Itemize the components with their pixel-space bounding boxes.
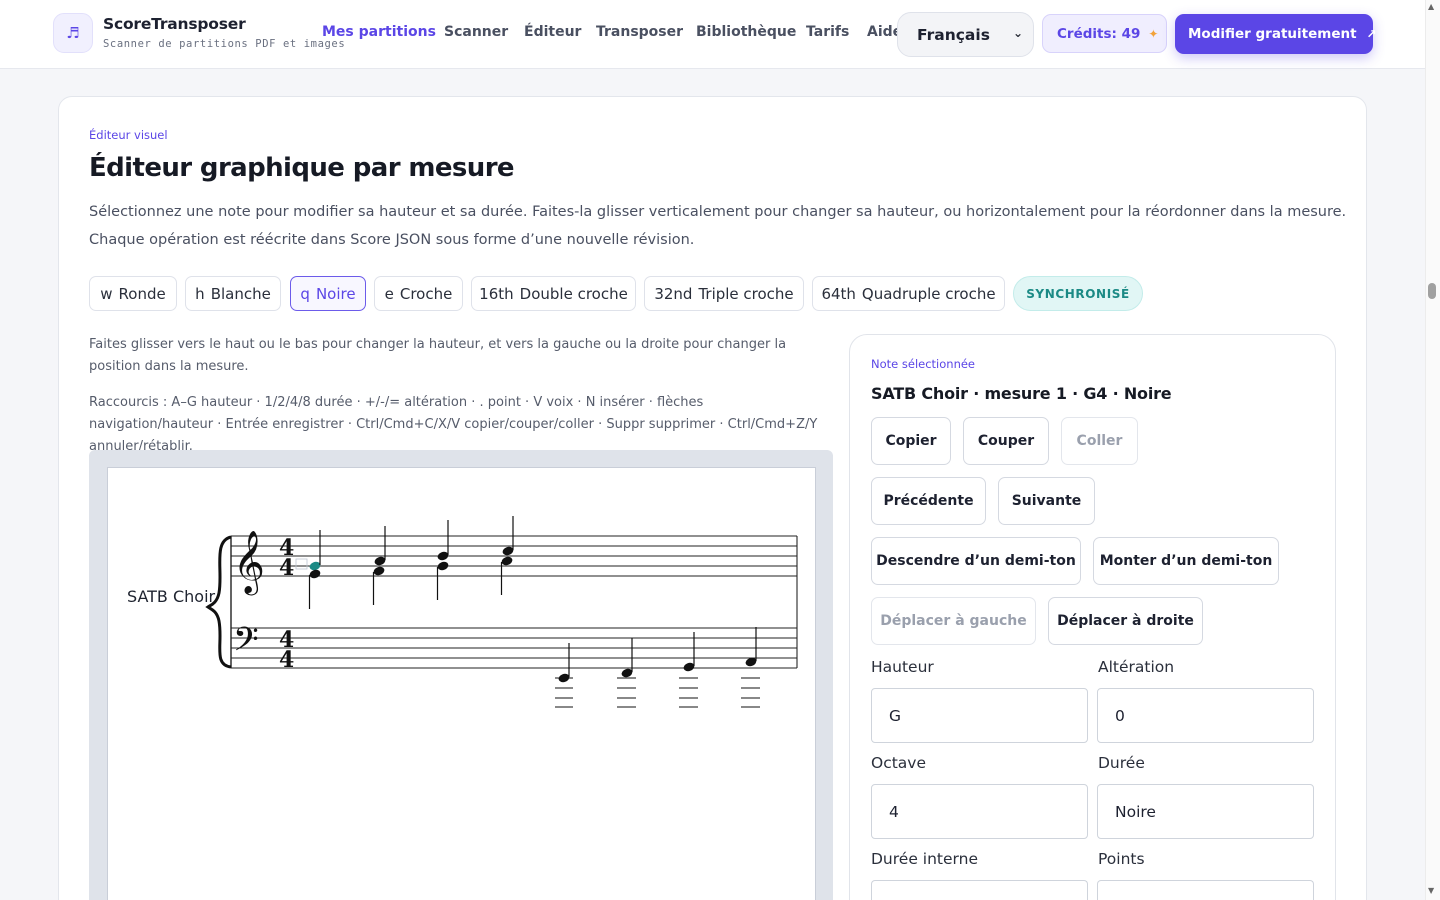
duration-input[interactable] — [1097, 784, 1314, 839]
duration-symbol: h — [195, 284, 205, 303]
treble-time-sig-bottom: 4 — [279, 555, 294, 581]
duration-label: Quadruple croche — [861, 284, 996, 303]
note-alto — [373, 566, 385, 576]
bass-time-sig-bottom: 4 — [279, 647, 294, 673]
dots-label: Points — [1098, 850, 1145, 868]
nav-link-transposer[interactable]: Transposer — [596, 24, 683, 40]
language-select-value: Français — [917, 25, 990, 44]
duration-button-noire[interactable]: q Noire — [290, 276, 366, 311]
system-brace — [205, 535, 232, 669]
duration-label: Noire — [315, 284, 356, 303]
duration-button-ronde[interactable]: w Ronde — [89, 276, 177, 311]
bass-note-4 — [741, 627, 760, 708]
previous-note-button[interactable]: Précédente — [871, 477, 986, 525]
drag-help-text: Faites glisser vers le haut ou le bas po… — [89, 337, 787, 374]
bass-note-3 — [679, 632, 698, 708]
chevron-down-icon: ⌄ — [1012, 26, 1023, 40]
page-title: Éditeur graphique par mesure — [89, 153, 515, 183]
page-scrollbar[interactable] — [1425, 0, 1440, 900]
scrollbar-thumb[interactable] — [1428, 283, 1436, 299]
cut-button[interactable]: Couper — [963, 417, 1049, 465]
duration-label: Croche — [399, 284, 453, 303]
duration-button-blanche[interactable]: h Blanche — [185, 276, 281, 311]
shortcuts-help-text: Raccourcis : A–G hauteur · 1/2/4/8 durée… — [89, 395, 818, 454]
treble-clef-icon: 𝄞 — [233, 530, 265, 596]
nav-link-bibliotheque[interactable]: Bibliothèque — [696, 24, 796, 40]
treble-chord-3 — [436, 520, 449, 600]
duration-label: Blanche — [210, 284, 271, 303]
pitch-input[interactable] — [871, 688, 1088, 743]
nav-link-tarifs[interactable]: Tarifs — [806, 24, 849, 40]
nav-link-editeur[interactable]: Éditeur — [524, 24, 581, 40]
arrow-up-right-icon: ↗ — [1366, 27, 1377, 41]
treble-chord-1 — [295, 530, 321, 609]
brand-name[interactable]: ScoreTransposer — [103, 15, 246, 33]
internal-duration-input[interactable] — [871, 880, 1088, 900]
duration-button-triple-croche[interactable]: 32nd Triple croche — [644, 276, 804, 311]
bass-note-1 — [555, 643, 573, 708]
score-notation[interactable]: 𝄞 𝄢 4 4 4 4 — [107, 467, 816, 900]
semitone-up-button[interactable]: Monter d’un demi-ton — [1093, 537, 1279, 585]
note-alto — [501, 556, 513, 566]
duration-symbol: 16th — [479, 284, 514, 303]
nav-link-scanner[interactable]: Scanner — [444, 24, 508, 40]
section-eyebrow: Éditeur visuel — [89, 128, 168, 142]
edit-free-button[interactable]: Modifier gratuitement ↗ — [1175, 14, 1377, 54]
scroll-up-arrow-icon[interactable]: ▲ — [1428, 2, 1434, 11]
octave-input[interactable] — [871, 784, 1088, 839]
duration-symbol: 64th — [821, 284, 856, 303]
edit-free-label: Modifier gratuitement — [1188, 26, 1357, 42]
duration-label: Double croche — [519, 284, 628, 303]
brand-subtitle: Scanner de partitions PDF et images — [103, 38, 346, 50]
bass-clef-icon: 𝄢 — [233, 621, 259, 667]
octave-label: Octave — [871, 754, 927, 772]
duration-label: Triple croche — [698, 284, 794, 303]
note-alto — [437, 561, 449, 571]
duration-button-croche[interactable]: e Croche — [374, 276, 463, 311]
duration-label: Ronde — [118, 284, 166, 303]
selected-note-highlight — [295, 558, 308, 570]
move-right-button[interactable]: Déplacer à droite — [1048, 597, 1203, 645]
duration-symbol: 32nd — [654, 284, 693, 303]
duration-field-label: Durée — [1098, 754, 1145, 772]
bass-staff — [231, 627, 797, 669]
pitch-label: Hauteur — [871, 658, 934, 676]
nav-link-aide[interactable]: Aide — [867, 24, 897, 40]
sync-status-badge: SYNCHRONISÉ — [1013, 276, 1143, 311]
duration-symbol: w — [100, 284, 113, 303]
selected-note-title: SATB Choir · mesure 1 · G4 · Noire — [871, 384, 1172, 403]
editor-description: Sélectionnez une note pour modifier sa h… — [89, 204, 1347, 248]
paste-button[interactable]: Coller — [1061, 417, 1138, 465]
dots-input[interactable] — [1097, 880, 1314, 900]
internal-duration-label: Durée interne — [871, 850, 978, 868]
language-select[interactable]: Français ⌄ — [897, 12, 1034, 57]
note-alto — [309, 569, 321, 579]
semitone-down-button[interactable]: Descendre d’un demi-ton — [871, 537, 1081, 585]
nav-link-mes-partitions[interactable]: Mes partitions — [322, 24, 436, 40]
next-note-button[interactable]: Suivante — [998, 477, 1095, 525]
duration-symbol: e — [384, 284, 394, 303]
duration-button-double-croche[interactable]: 16th Double croche — [471, 276, 636, 311]
copy-button[interactable]: Copier — [871, 417, 951, 465]
accidental-label: Altération — [1098, 658, 1175, 676]
sparkle-icon: ✦ — [1148, 26, 1159, 41]
credits-badge[interactable]: Crédits: 49 ✦ — [1042, 14, 1167, 53]
accidental-input[interactable] — [1097, 688, 1314, 743]
scroll-down-arrow-icon[interactable]: ▼ — [1428, 886, 1434, 895]
duration-symbol: q — [300, 284, 310, 303]
credits-label: Crédits: 49 — [1057, 25, 1141, 42]
duration-button-quadruple-croche[interactable]: 64th Quadruple croche — [812, 276, 1005, 311]
music-note-logo-icon[interactable]: ♬ — [53, 13, 93, 53]
panel-eyebrow: Note sélectionnée — [871, 357, 976, 371]
move-left-button[interactable]: Déplacer à gauche — [871, 597, 1036, 645]
